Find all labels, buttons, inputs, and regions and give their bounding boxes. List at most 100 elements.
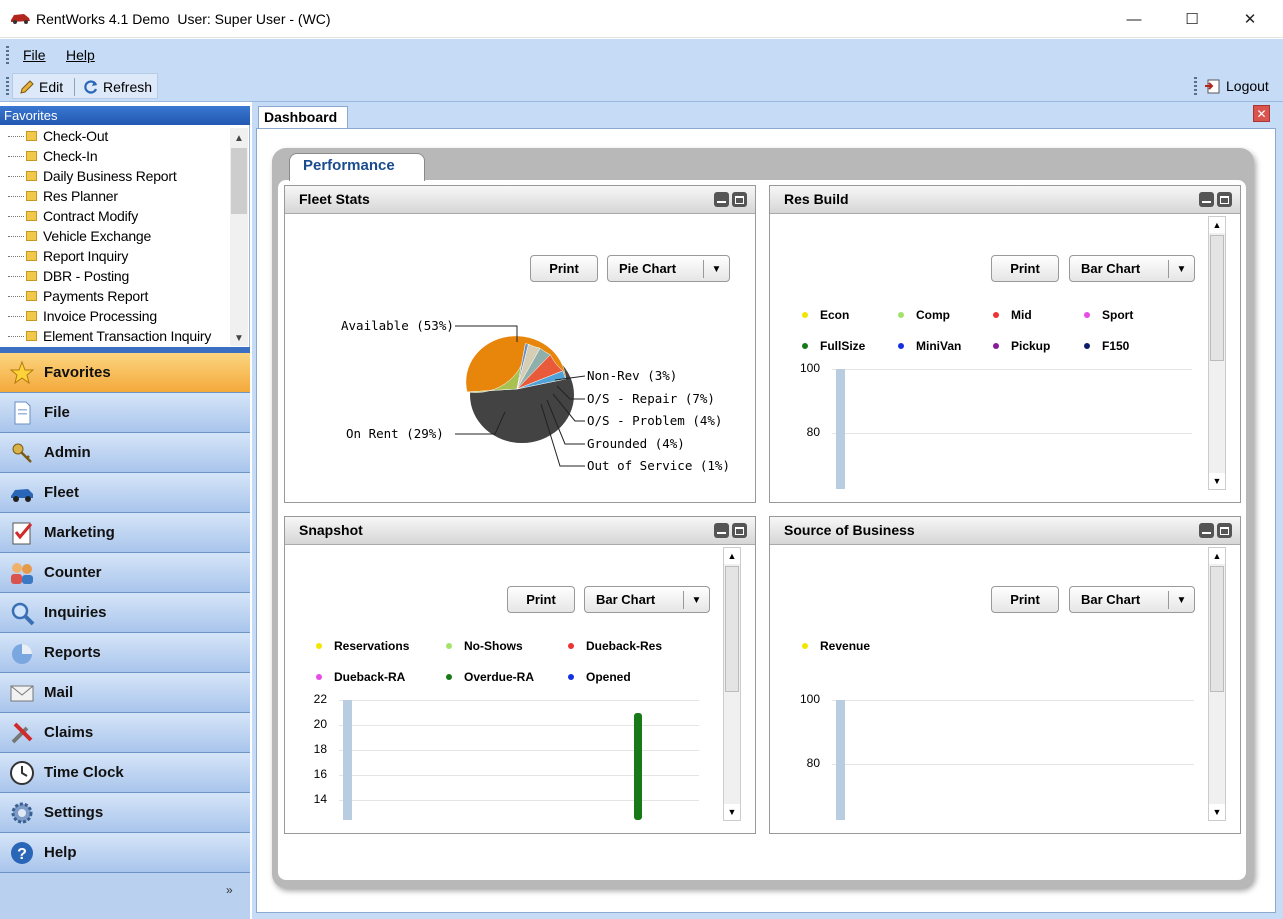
navigation-pane: Favorites File Admin Fleet Marketing Counter I… — [0, 353, 250, 919]
nav-fleet[interactable]: Fleet — [0, 473, 250, 513]
minimize-panel-icon[interactable] — [1199, 523, 1214, 538]
res-build-scrollbar[interactable]: ▲ ▼ — [1208, 216, 1226, 490]
logout-button[interactable]: Logout — [1200, 73, 1273, 99]
tree-line — [8, 255, 24, 257]
favorite-item[interactable]: Element Transaction Inquiry — [8, 326, 211, 346]
scroll-up-icon[interactable]: ▲ — [230, 130, 248, 146]
nav-favorites[interactable]: Favorites — [0, 353, 250, 393]
toolbar-group: Edit Refresh — [12, 73, 158, 99]
menu-file[interactable]: File — [23, 47, 46, 63]
help-icon: ? — [8, 839, 36, 867]
nav-label: Marketing — [44, 524, 115, 541]
pie-icon — [8, 639, 36, 667]
overdue-ra-bar[interactable] — [634, 712, 642, 820]
source-of-business-panel: Source of Business Print Bar Chart ▼ Rev… — [769, 516, 1241, 834]
nav-counter[interactable]: Counter — [0, 553, 250, 593]
favorite-item[interactable]: Contract Modify — [8, 206, 138, 226]
folder-icon — [26, 191, 37, 201]
maximize-panel-icon[interactable] — [1217, 523, 1232, 538]
legend-label: Revenue — [820, 639, 871, 653]
nav-help[interactable]: ? Help — [0, 833, 250, 873]
scroll-thumb[interactable] — [1210, 566, 1224, 692]
edit-button[interactable]: Edit — [15, 74, 67, 100]
minimize-button[interactable]: — — [1105, 0, 1163, 38]
grid-line — [832, 700, 1194, 701]
legend-label: Sport — [1102, 308, 1134, 322]
bar-stack — [836, 700, 845, 820]
res-chart-type-select[interactable]: Bar Chart ▼ — [1069, 255, 1195, 282]
favorite-item[interactable]: Check-In — [8, 146, 98, 166]
nav-claims[interactable]: Claims — [0, 713, 250, 753]
legend-dot — [568, 643, 574, 649]
favorite-item[interactable]: DBR - Posting — [8, 266, 129, 286]
minimize-panel-icon[interactable] — [1199, 192, 1214, 207]
snapshot-print-button[interactable]: Print — [507, 586, 575, 613]
source-of-business-title-text: Source of Business — [784, 522, 915, 538]
nav-time-clock[interactable]: Time Clock — [0, 753, 250, 793]
favorite-item[interactable]: Report Inquiry — [8, 246, 128, 266]
close-button[interactable]: ✕ — [1221, 0, 1279, 38]
chevron-down-icon: ▼ — [683, 591, 709, 609]
nav-inquiries[interactable]: Inquiries — [0, 593, 250, 633]
scroll-down-icon[interactable]: ▼ — [724, 804, 740, 820]
nav-label: Time Clock — [44, 764, 124, 781]
nav-file[interactable]: File — [0, 393, 250, 433]
folder-icon — [26, 331, 37, 341]
refresh-button[interactable]: Refresh — [79, 74, 156, 100]
tab-performance[interactable]: Performance — [289, 153, 425, 181]
scroll-thumb[interactable] — [725, 566, 739, 692]
minimize-panel-icon[interactable] — [714, 523, 729, 538]
nav-label: Admin — [44, 444, 91, 461]
scroll-up-icon[interactable]: ▲ — [1209, 548, 1225, 564]
favorite-item[interactable]: Invoice Processing — [8, 306, 157, 326]
sob-print-button[interactable]: Print — [991, 586, 1059, 613]
legend-label: Econ — [820, 308, 850, 322]
y-tick-label: 100 — [799, 692, 820, 706]
scroll-thumb[interactable] — [1210, 235, 1224, 361]
svg-text:?: ? — [17, 846, 27, 863]
grid-line — [339, 725, 699, 726]
favorite-item[interactable]: Daily Business Report — [8, 166, 177, 186]
legend-dot — [993, 312, 999, 318]
car-icon — [8, 479, 36, 507]
favorite-item[interactable]: Check-Out — [8, 126, 108, 146]
scroll-down-icon[interactable]: ▼ — [1209, 473, 1225, 489]
folder-icon — [26, 231, 37, 241]
nav-marketing[interactable]: Marketing — [0, 513, 250, 553]
scroll-thumb[interactable] — [231, 148, 247, 214]
chevron-down-icon: ▼ — [1168, 260, 1194, 278]
res-print-button[interactable]: Print — [991, 255, 1059, 282]
scroll-down-icon[interactable]: ▼ — [1209, 804, 1225, 820]
res-build-panel: Res Build Print Bar Chart ▼ Econ Comp Mid S… — [769, 185, 1241, 503]
tab-dashboard[interactable]: Dashboard — [258, 106, 348, 128]
nav-more-icon[interactable]: » — [226, 883, 233, 897]
nav-settings[interactable]: Settings — [0, 793, 250, 833]
scroll-down-icon[interactable]: ▼ — [230, 330, 248, 346]
maximize-panel-icon[interactable] — [1217, 192, 1232, 207]
maximize-button[interactable]: ☐ — [1163, 0, 1221, 38]
nav-label: Settings — [44, 804, 104, 821]
scroll-up-icon[interactable]: ▲ — [1209, 217, 1225, 233]
maximize-panel-icon[interactable] — [732, 192, 747, 207]
close-tab-button[interactable]: ✕ — [1253, 105, 1270, 122]
maximize-panel-icon[interactable] — [732, 523, 747, 538]
favorite-item-label: Payments Report — [43, 288, 149, 304]
pie-label: On Rent (29%) — [346, 426, 444, 441]
sob-chart-type-select[interactable]: Bar Chart ▼ — [1069, 586, 1195, 613]
nav-mail[interactable]: Mail — [0, 673, 250, 713]
minimize-panel-icon[interactable] — [714, 192, 729, 207]
favorites-scrollbar[interactable]: ▲ ▼ — [230, 128, 248, 346]
nav-admin[interactable]: Admin — [0, 433, 250, 473]
menu-help[interactable]: Help — [66, 47, 95, 63]
legend-item: Econ — [802, 308, 849, 322]
snapshot-scrollbar[interactable]: ▲ ▼ — [723, 547, 741, 821]
snapshot-chart-type-select[interactable]: Bar Chart ▼ — [584, 586, 710, 613]
favorite-item[interactable]: Res Planner — [8, 186, 118, 206]
favorite-item[interactable]: Vehicle Exchange — [8, 226, 151, 246]
scroll-up-icon[interactable]: ▲ — [724, 548, 740, 564]
nav-reports[interactable]: Reports — [0, 633, 250, 673]
favorite-item-label: Vehicle Exchange — [43, 228, 152, 244]
favorite-item[interactable]: Payments Report — [8, 286, 148, 306]
legend-label: F150 — [1102, 339, 1130, 353]
sob-scrollbar[interactable]: ▲ ▼ — [1208, 547, 1226, 821]
